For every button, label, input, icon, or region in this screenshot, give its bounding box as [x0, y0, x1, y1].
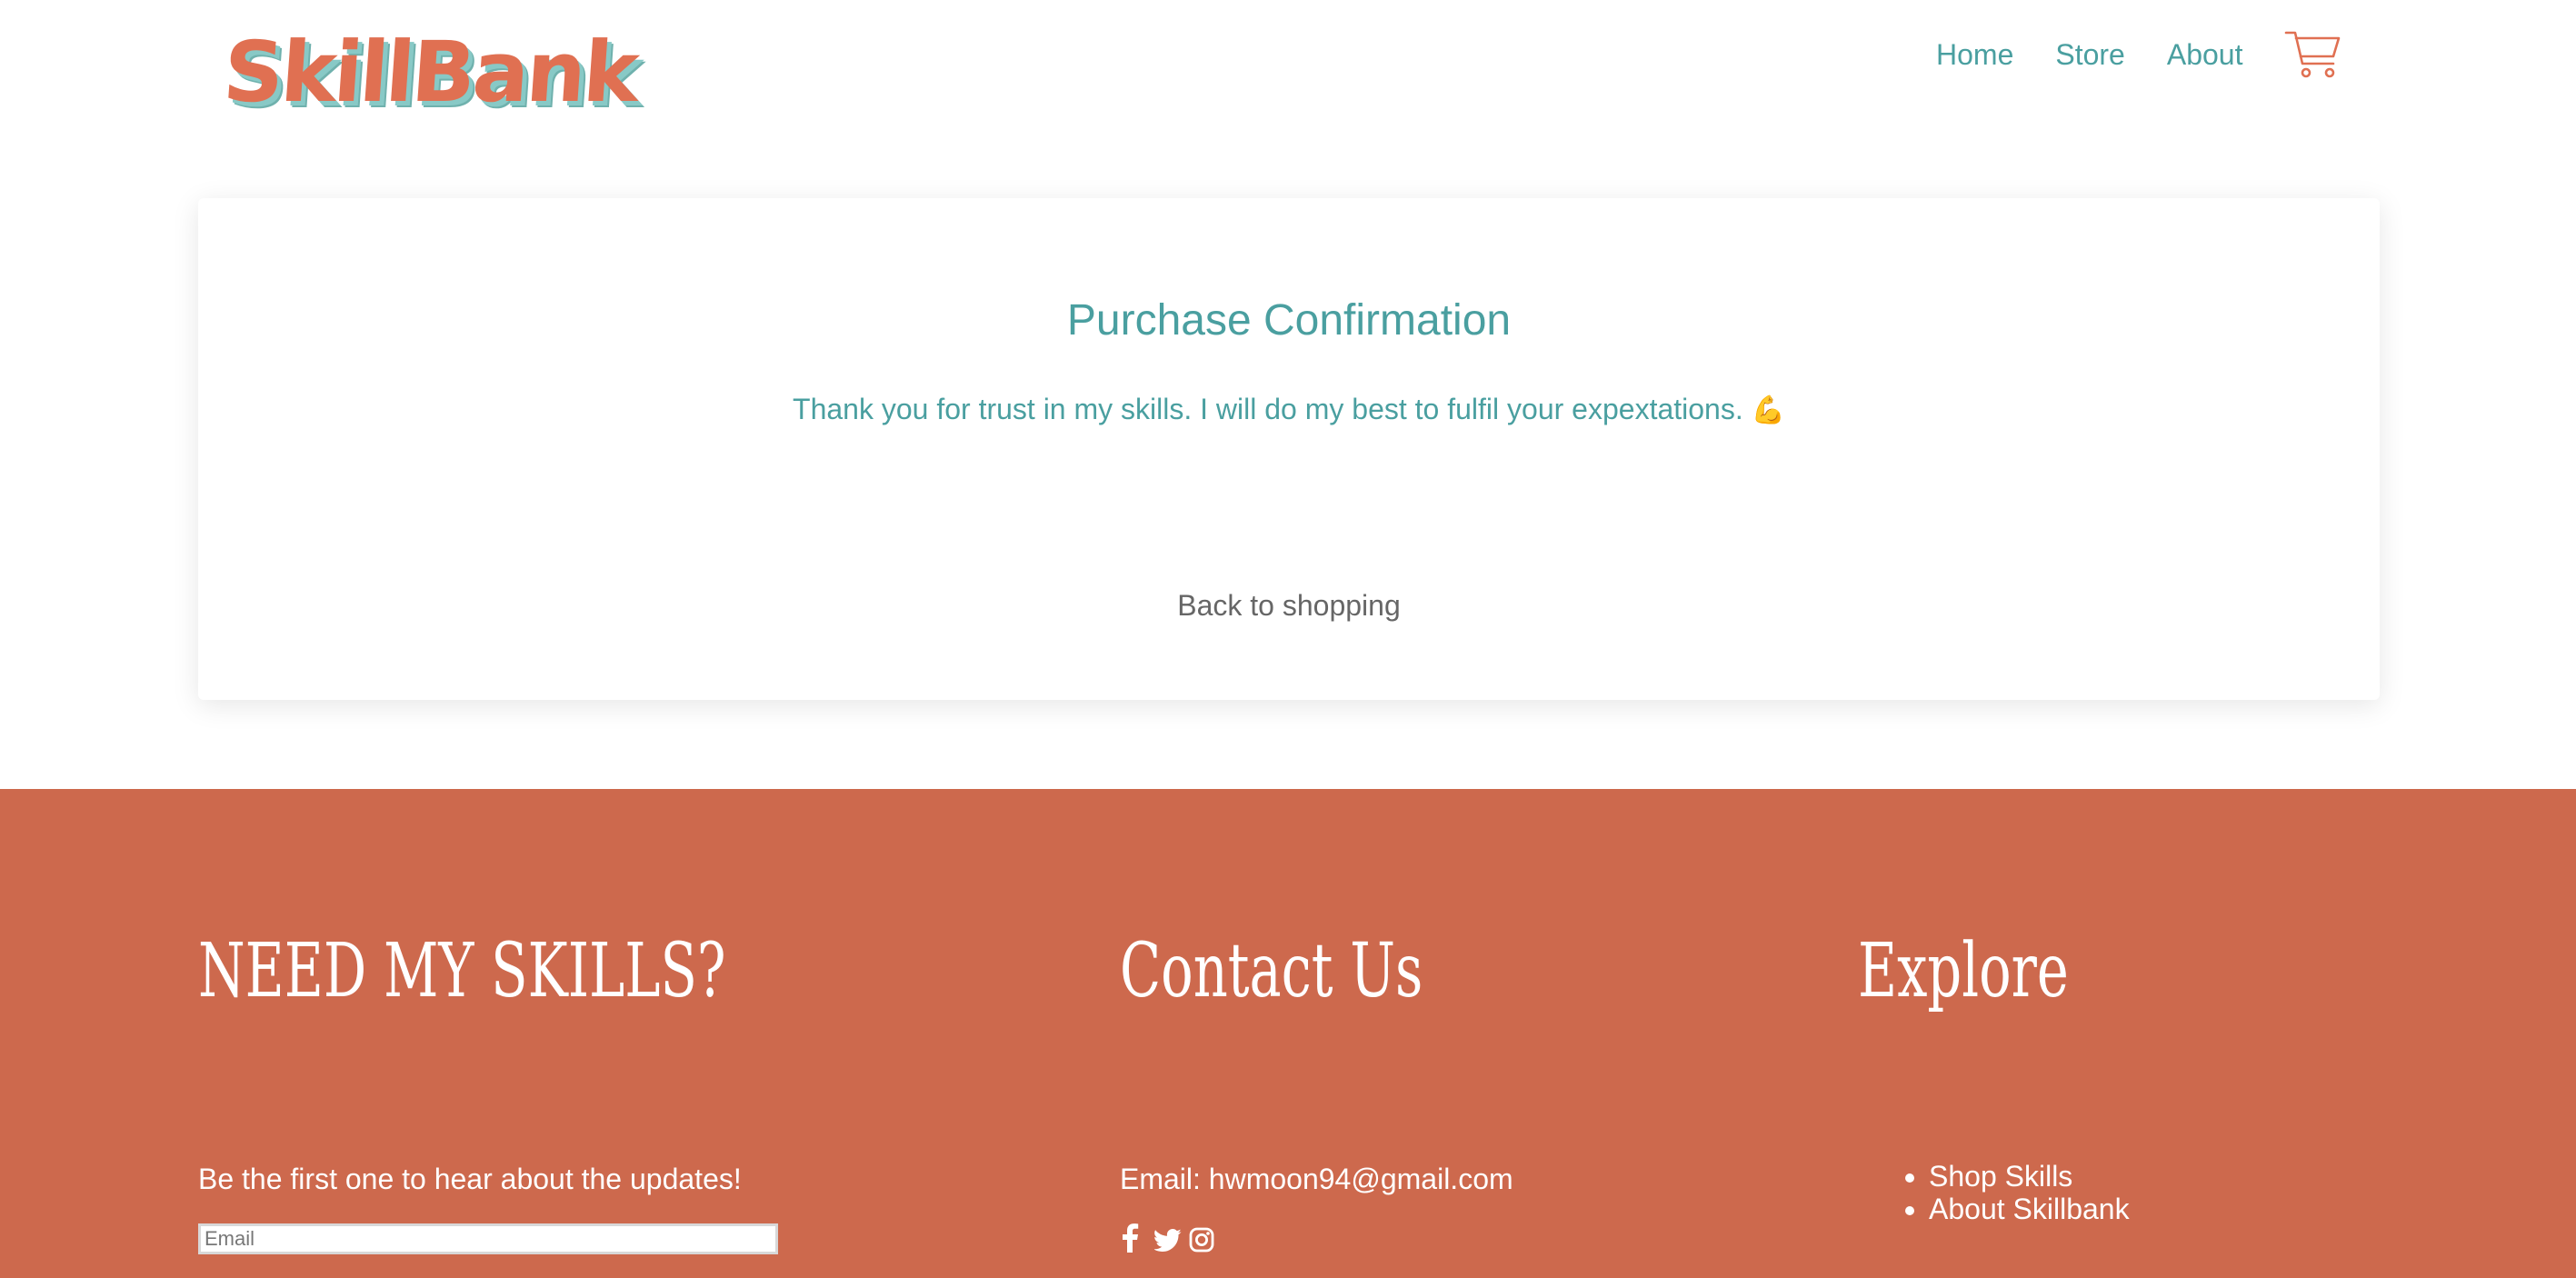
social-links	[1120, 1223, 1223, 1253]
explore-links: Shop Skills About Skillbank	[1858, 1160, 2130, 1225]
twitter-icon[interactable]	[1153, 1223, 1182, 1253]
newsletter-heading: NEED MY SKILLS?	[198, 928, 726, 1014]
explore-heading: Explore	[1858, 928, 2069, 1014]
back-to-shopping-link[interactable]: Back to shopping	[1177, 589, 1401, 622]
main-nav: Home Store About	[1936, 27, 2342, 82]
confirmation-card: Purchase Confirmation Thank you for trus…	[198, 198, 2380, 700]
facebook-icon[interactable]	[1120, 1223, 1147, 1253]
newsletter-email-input[interactable]	[198, 1223, 778, 1254]
logo-text: SkillBank	[220, 24, 640, 121]
back-to-shopping-row: Back to shopping	[198, 587, 2380, 625]
skillbank-logo[interactable]: SkillBank	[220, 18, 640, 127]
page-title: Purchase Confirmation	[1066, 296, 1512, 344]
explore-link-about-skillbank[interactable]: About Skillbank	[1929, 1193, 2130, 1225]
explore-link-shop-skills[interactable]: Shop Skills	[1929, 1160, 2130, 1193]
flexed-biceps-emoji: 💪	[1751, 395, 1785, 425]
contact-email: Email: hwmoon94@gmail.com	[1120, 1163, 1513, 1195]
site-footer: NEED MY SKILLS? Be the first one to hear…	[0, 789, 2576, 1278]
site-header: SkillBank Home Store About	[0, 0, 2576, 155]
confirmation-message: Thank you for trust in my skills. I will…	[198, 391, 2380, 429]
contact-heading: Contact Us	[1120, 928, 1423, 1014]
shopping-cart-icon[interactable]	[2284, 27, 2342, 82]
nav-home-link[interactable]: Home	[1936, 40, 2013, 69]
nav-about-link[interactable]: About	[2167, 40, 2243, 69]
newsletter-text: Be the first one to hear about the updat…	[198, 1163, 742, 1195]
instagram-icon[interactable]	[1189, 1223, 1216, 1253]
nav-store-link[interactable]: Store	[2055, 40, 2124, 69]
confirmation-message-text: Thank you for trust in my skills. I will…	[793, 393, 1743, 425]
